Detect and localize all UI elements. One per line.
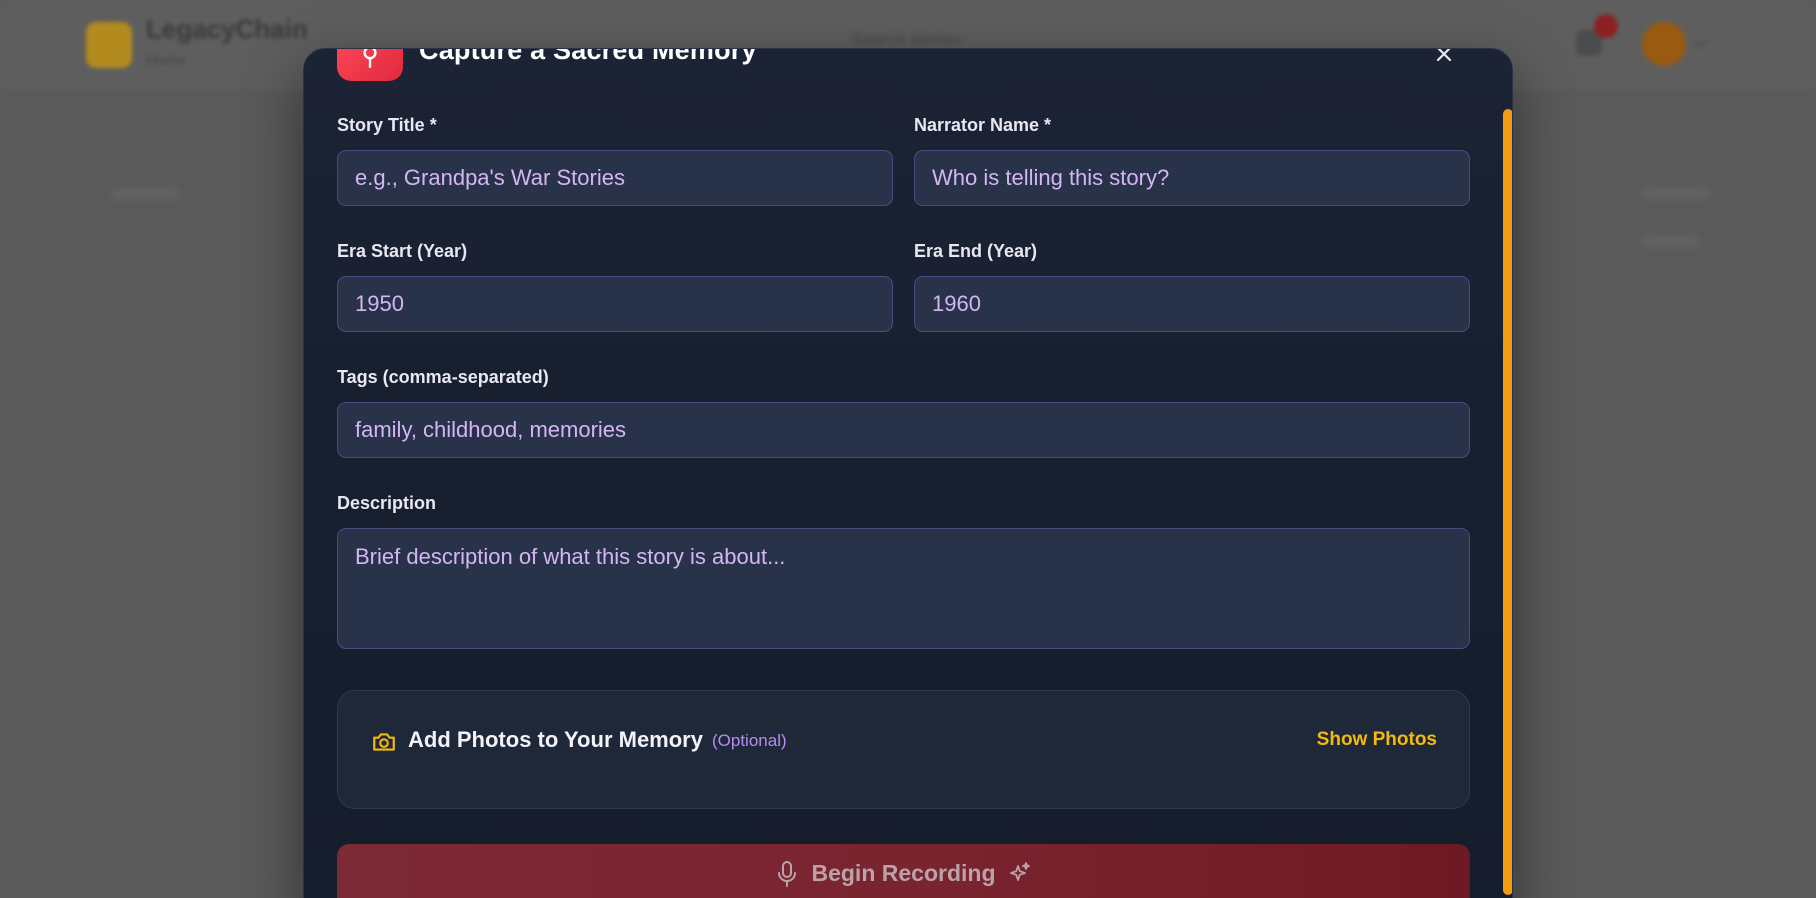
description-textarea[interactable]: Brief description of what this story is …	[337, 528, 1470, 649]
modal-header: Capture a Sacred Memory	[304, 49, 1512, 109]
microphone-icon	[778, 861, 797, 887]
era-end-input[interactable]: 1960	[914, 276, 1470, 332]
tags-input[interactable]: family, childhood, memories	[337, 402, 1470, 458]
app-brand-subtitle: Home	[146, 52, 187, 69]
notification-badge	[1594, 14, 1618, 38]
era-start-label: Era Start (Year)	[337, 241, 468, 261]
narrator-name-label: Narrator Name *	[914, 115, 1052, 135]
camera-icon	[373, 733, 395, 751]
location-pin-icon	[337, 49, 403, 81]
era-start-input[interactable]: 1950	[337, 276, 893, 332]
narrator-name-input[interactable]: Who is telling this story?	[914, 150, 1470, 206]
begin-recording-label: Begin Recording	[811, 860, 996, 886]
show-photos-button[interactable]: Show Photos	[1317, 729, 1437, 751]
story-title-label: Story Title *	[337, 115, 437, 135]
story-title-input[interactable]: e.g., Grandpa's War Stories	[337, 150, 893, 206]
modal-title: Capture a Sacred Memory	[419, 48, 757, 65]
background-content	[1640, 188, 1710, 200]
capture-memory-modal: Capture a Sacred Memory Story Title * e.…	[303, 48, 1513, 898]
tags-label: Tags (comma-separated)	[337, 367, 549, 387]
chevron-down-icon	[1693, 33, 1709, 49]
begin-recording-button[interactable]: Begin Recording	[337, 844, 1470, 898]
background-content	[1640, 236, 1700, 248]
era-end-label: Era End (Year)	[914, 241, 1038, 261]
background-content	[110, 188, 180, 200]
avatar	[1642, 22, 1686, 66]
photos-optional-tag: (Optional)	[712, 731, 787, 750]
description-label: Description	[337, 493, 437, 513]
close-icon	[1436, 49, 1452, 62]
app-logo	[86, 22, 132, 68]
app-search: Search stories	[852, 30, 961, 49]
close-button[interactable]	[1429, 49, 1459, 69]
sparkles-icon	[1009, 862, 1030, 881]
app-brand: LegacyChain	[146, 14, 308, 44]
photos-section: Add Photos to Your Memory (Optional) Sho…	[337, 690, 1470, 809]
modal-scrollbar[interactable]	[1503, 109, 1512, 895]
photos-title: Add Photos to Your Memory	[408, 727, 703, 752]
